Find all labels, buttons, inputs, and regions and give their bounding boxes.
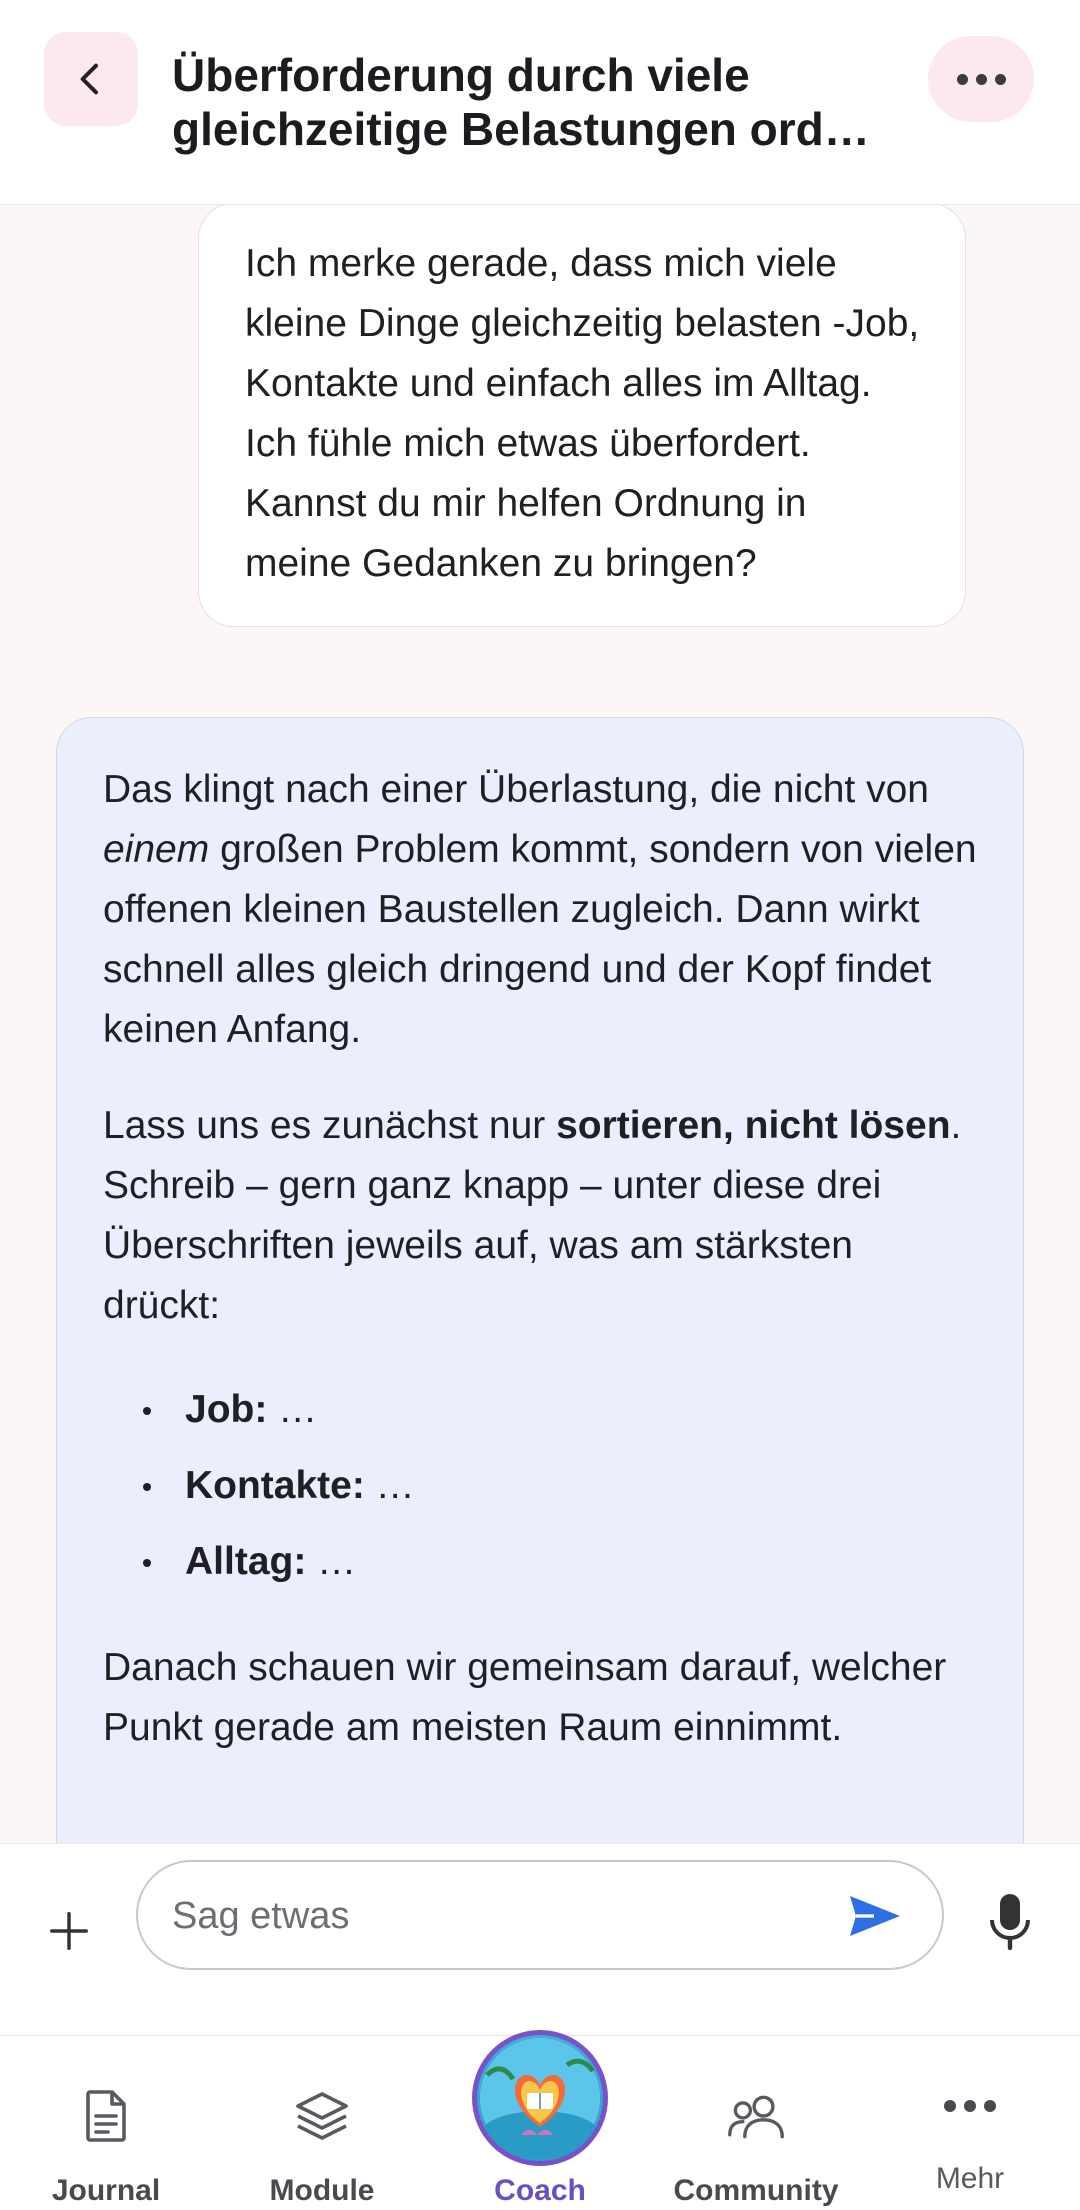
nav-label-module: Module [269, 2174, 375, 2207]
conversation-title: Überforderung durch viele gleichzeitige … [172, 48, 892, 156]
nav-label-mehr: Mehr [935, 2162, 1005, 2195]
coach-emblem-icon [480, 2038, 600, 2159]
composer [0, 1843, 1080, 2035]
more-dots-icon [975, 73, 987, 85]
emphasis-text: einem [103, 828, 210, 871]
send-button[interactable] [842, 1884, 906, 1948]
text: großen Problem kommt, sondern von vielen… [103, 828, 977, 1051]
list-item: Job: … [137, 1372, 979, 1448]
list-item: Kontakte: … [137, 1448, 979, 1524]
category-list: Job: … Kontakte: … Alltag: … [137, 1372, 979, 1600]
more-dots-icon [956, 73, 968, 85]
list-item-value: … [267, 1388, 318, 1431]
plus-icon [50, 1912, 88, 1950]
nav-label-coach: Coach [494, 2174, 586, 2207]
nav-item-mehr[interactable]: Mehr [870, 2036, 1070, 2210]
layers-icon [292, 2086, 352, 2146]
title-line-1: Überforderung durch viele [172, 49, 750, 101]
more-dots-icon [994, 73, 1006, 85]
people-icon [726, 2086, 786, 2146]
bottom-navigation: Journal Module Coach Community Mehr [0, 2030, 1080, 2210]
more-options-button[interactable] [928, 36, 1034, 122]
list-item-label: Alltag: [185, 1540, 307, 1583]
text: Lass uns es zunächst nur [103, 1104, 557, 1147]
list-item-label: Kontakte: [185, 1464, 365, 1507]
coach-paragraph-1: Das klingt nach einer Überlastung, die n… [103, 760, 979, 1060]
text: Das klingt nach einer Überlastung, die n… [103, 768, 929, 811]
add-attachment-button[interactable] [40, 1902, 98, 1960]
list-item: Alltag: … [137, 1524, 979, 1600]
more-dots-icon [940, 2076, 1000, 2136]
message-input[interactable] [172, 1886, 812, 1946]
nav-item-module[interactable]: Module [222, 2036, 422, 2210]
list-item-value: … [306, 1540, 357, 1583]
back-button[interactable] [44, 32, 138, 126]
message-list[interactable]: Ich merke gerade, dass mich viele kleine… [0, 205, 1080, 1843]
nav-item-community[interactable]: Community [656, 2036, 856, 2210]
list-item-label: Job: [185, 1388, 268, 1431]
bold-text: sortieren, nicht lösen [556, 1104, 951, 1147]
nav-label-community: Community [673, 2174, 839, 2207]
chat-screen: Überforderung durch viele gleichzeitige … [0, 0, 1080, 2210]
title-line-2: gleichzeitige Belastungen ord… [172, 103, 870, 155]
coach-avatar[interactable] [472, 2030, 608, 2166]
microphone-icon [990, 1894, 1030, 1951]
coach-message: Das klingt nach einer Überlastung, die n… [56, 717, 1024, 1843]
document-icon [76, 2086, 136, 2146]
top-bar: Überforderung durch viele gleichzeitige … [0, 0, 1080, 205]
coach-paragraph-2: Lass uns es zunächst nur sortieren, nich… [103, 1096, 979, 1336]
user-message: Ich merke gerade, dass mich viele kleine… [198, 205, 966, 627]
coach-paragraph-3: Danach schauen wir gemeinsam darauf, wel… [103, 1646, 947, 1749]
nav-label-journal: Journal [51, 2174, 161, 2207]
chevron-left-icon [80, 63, 98, 95]
send-icon [850, 1896, 900, 1936]
nav-item-journal[interactable]: Journal [6, 2036, 206, 2210]
message-input-container [136, 1860, 944, 1970]
voice-input-button[interactable] [980, 1886, 1040, 1958]
list-item-value: … [364, 1464, 415, 1507]
